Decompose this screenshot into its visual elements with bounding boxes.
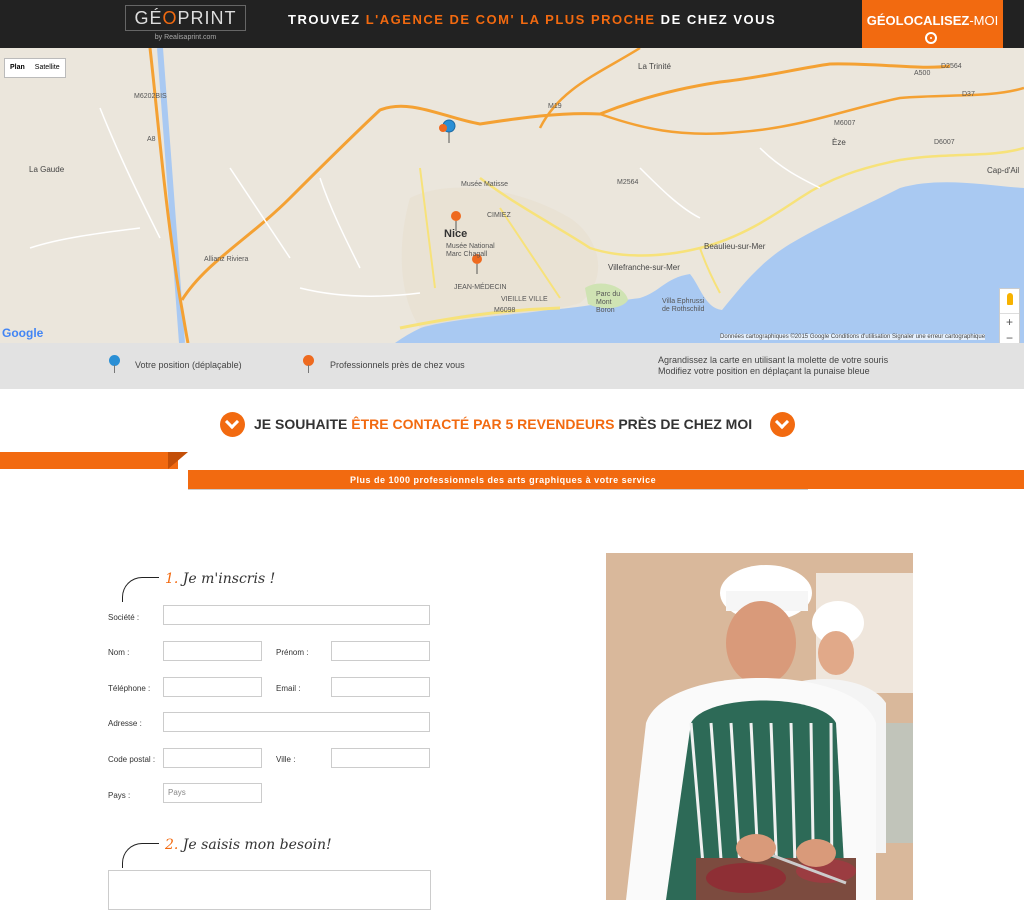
curved-arrow-icon (122, 577, 159, 602)
map-label-la-trinite: La Trinité (638, 62, 671, 71)
step-1-number: 1. (165, 571, 179, 587)
step-2-number: 2. (165, 837, 179, 853)
map-label-vieille-ville: VIEILLE VILLE (501, 296, 548, 303)
label-pays: Pays : (108, 791, 131, 800)
logo-text-o: O (162, 8, 178, 28)
orange-ribbon-left (0, 452, 178, 469)
geolocate-label: GÉOLOCALISEZ-MOI (862, 13, 1003, 28)
header-tagline: TROUVEZ L'AGENCE DE COM' LA PLUS PROCHE … (288, 12, 776, 27)
chevron-down-icon (770, 412, 795, 437)
logo-text-end: PRINT (177, 8, 237, 28)
logo-subtitle: by Realisaprint.com (154, 34, 217, 41)
label-nom: Nom : (108, 648, 130, 657)
road-d37-label: D37 (962, 91, 975, 98)
legend-professionals: Professionnels près de chez vous (330, 360, 465, 370)
geoprint-logo[interactable]: GÉOPRINT (125, 5, 246, 31)
pegman-icon[interactable] (1000, 293, 1019, 314)
chevron-down-icon (220, 412, 245, 437)
map-label-ephrussi: Villa Ephrussi de Rothschild (662, 298, 705, 313)
road-d2564-label: D2564 (941, 63, 962, 70)
map-label-cimiez: CIMIEZ (487, 212, 511, 219)
map-legend-bar: Votre position (déplaçable) Professionne… (0, 343, 1024, 389)
blue-pin-icon (109, 355, 120, 373)
geolocate-label-rest: -MOI (969, 13, 999, 28)
map-type-switch: Plan Satellite (4, 58, 66, 78)
map-label-musee-chagall: Musée National Marc Chagall (446, 243, 495, 258)
map-area[interactable]: Nice La Gaude La Trinité Èze Cap-d'Ail B… (0, 48, 1024, 343)
target-icon (925, 32, 937, 44)
contact-text-highlight: ÊTRE CONTACTÉ PAR 5 REVENDEURS (351, 416, 615, 432)
tagline-highlight: L'AGENCE DE COM' LA PLUS PROCHE (365, 12, 656, 27)
road-a500-label: A500 (914, 70, 931, 77)
map-type-plan[interactable]: Plan (5, 59, 30, 77)
step-1-heading: 1. Je m'inscris ! (165, 571, 275, 587)
tagline-end: DE CHEZ VOUS (655, 12, 777, 27)
prenom-field[interactable] (331, 641, 430, 661)
site-header: GÉOPRINT by Realisaprint.com TROUVEZ L'A… (0, 0, 1024, 55)
label-ville: Ville : (276, 755, 296, 764)
google-logo[interactable]: Google (2, 326, 43, 340)
pays-select[interactable]: Pays (163, 783, 262, 803)
map-label-cap-dail: Cap-d'Ail (987, 166, 1020, 175)
geolocate-label-bold: GÉOLOCALISEZ (866, 13, 970, 28)
label-societe: Société : (108, 613, 140, 622)
map-label-mont-boron: Parc du Mont Boron (596, 291, 621, 314)
orange-pin-icon (303, 355, 314, 373)
nom-field[interactable] (163, 641, 262, 661)
map-label-musee-matisse: Musée Matisse (461, 181, 509, 188)
societe-field[interactable] (163, 605, 430, 625)
besoin-textarea[interactable] (108, 870, 431, 910)
label-email: Email : (276, 684, 301, 693)
map-type-satellite[interactable]: Satellite (30, 59, 65, 77)
ribbon-fold (168, 452, 188, 469)
contact-text-start: JE SOUHAITE (254, 416, 352, 432)
label-adresse: Adresse : (108, 719, 142, 728)
legend-your-position: Votre position (déplaçable) (135, 360, 242, 370)
telephone-field[interactable] (163, 677, 262, 697)
road-m6202bis-label: M6202BIS (134, 93, 167, 100)
map-label-jean-medecin: JEAN-MÉDECIN (454, 284, 507, 291)
orange-ribbon: Plus de 1000 professionnels des arts gra… (188, 470, 1024, 490)
butcher-photo (606, 553, 913, 900)
road-d6007-label: D6007 (934, 139, 955, 146)
label-telephone: Téléphone : (108, 684, 151, 693)
ribbon-divider (188, 489, 808, 490)
map-attribution[interactable]: Données cartographiques ©2015 Google Con… (720, 334, 986, 340)
code-postal-field[interactable] (163, 748, 262, 768)
curved-arrow-icon (122, 843, 159, 868)
map-zoom-controls: + − (999, 288, 1020, 343)
map-label-la-gaude: La Gaude (29, 165, 65, 174)
step-1-text: Je m'inscris ! (178, 571, 276, 587)
step-2-text: Je saisis mon besoin! (178, 837, 332, 853)
zoom-out-button[interactable]: − (1000, 330, 1019, 343)
legend-hint-move: Modifiez votre position en déplaçant la … (658, 366, 870, 376)
ribbon-text: Plus de 1000 professionnels des arts gra… (350, 475, 657, 485)
road-m6007-label: M6007 (834, 120, 856, 127)
legend-hint-zoom: Agrandissez la carte en utilisant la mol… (658, 355, 889, 365)
road-m19-label: M19 (548, 103, 562, 110)
map-label-nice: Nice (444, 228, 468, 240)
map-label-eze: Èze (832, 138, 846, 147)
adresse-field[interactable] (163, 712, 430, 732)
contact-banner[interactable]: JE SOUHAITE ÊTRE CONTACTÉ PAR 5 REVENDEU… (220, 412, 796, 438)
zoom-in-button[interactable]: + (1000, 314, 1019, 330)
contact-banner-text: JE SOUHAITE ÊTRE CONTACTÉ PAR 5 REVENDEU… (254, 416, 752, 432)
label-code-postal: Code postal : (108, 755, 156, 764)
step-2-heading: 2. Je saisis mon besoin! (165, 837, 332, 853)
road-m2564-label: M2564 (617, 179, 639, 186)
map-label-beaulieu: Beaulieu-sur-Mer (704, 242, 766, 251)
email-field[interactable] (331, 677, 430, 697)
ville-field[interactable] (331, 748, 430, 768)
road-m6098-label: M6098 (494, 307, 516, 314)
label-prenom: Prénom : (276, 648, 309, 657)
map-label-allianz: Allianz Riviera (204, 256, 249, 263)
map-label-villefranche: Villefranche-sur-Mer (608, 263, 680, 272)
contact-text-end: PRÈS DE CHEZ MOI (614, 416, 753, 432)
logo-text-start: GÉ (134, 8, 163, 28)
geolocate-button[interactable]: GÉOLOCALISEZ-MOI (862, 0, 1003, 55)
road-a8-label: A8 (147, 136, 156, 143)
tagline-start: TROUVEZ (288, 12, 366, 27)
